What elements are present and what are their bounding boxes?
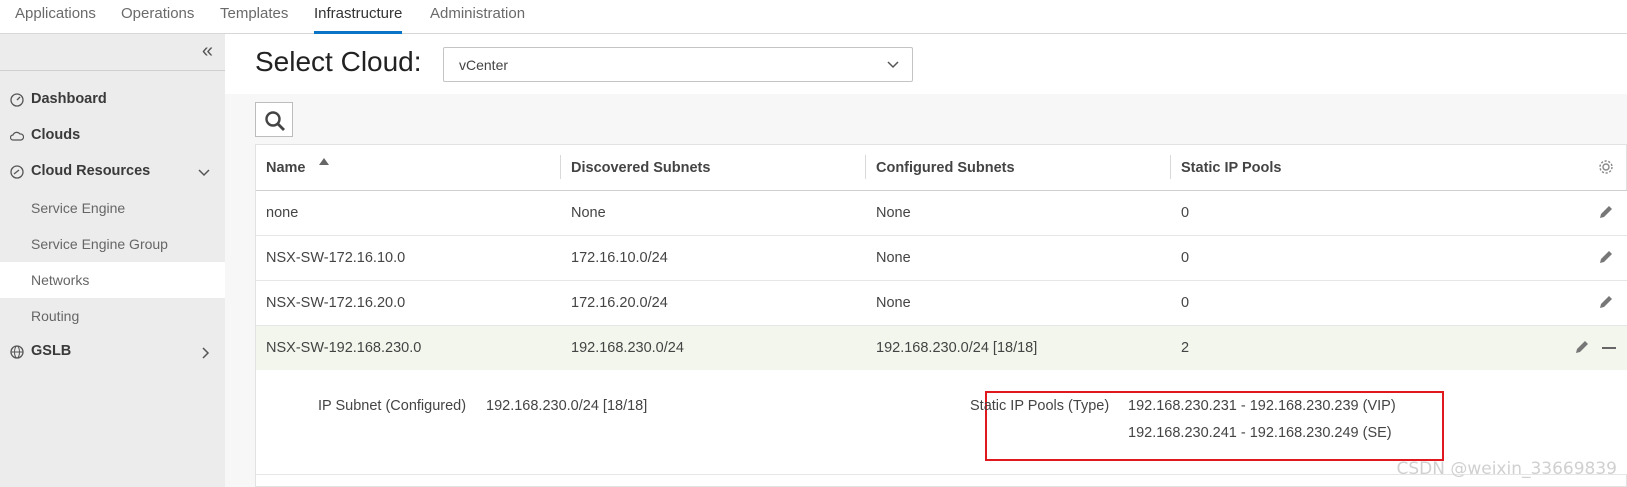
cell-pools: 2	[1181, 340, 1190, 356]
sidebar-item-label: Cloud Resources	[31, 163, 151, 179]
static-ip-pools-label: Static IP Pools (Type)	[970, 398, 1110, 414]
sidebar-item-label: GSLB	[31, 343, 72, 359]
sidebar-item-gslb[interactable]: GSLB	[0, 334, 225, 370]
cloud-select-value: vCenter	[459, 57, 509, 73]
static-ip-pool-se: 192.168.230.241 - 192.168.230.249 (SE)	[1128, 425, 1392, 441]
chevron-down-icon	[198, 169, 210, 177]
collapse-icon[interactable]: «	[202, 40, 213, 63]
cell-name: NSX-SW-172.16.10.0	[266, 250, 406, 266]
chevron-down-icon	[887, 61, 899, 69]
sidebar-item-routing[interactable]: Routing	[0, 298, 225, 334]
edit-icon[interactable]	[1574, 339, 1590, 355]
table-row-expanded[interactable]: NSX-SW-192.168.230.0 192.168.230.0/24 19…	[256, 326, 1627, 371]
globe-icon	[10, 345, 24, 359]
column-header-name[interactable]: Name	[266, 160, 306, 176]
tab-templates[interactable]: Templates	[220, 5, 288, 34]
table-header: Name Discovered Subnets Configured Subne…	[256, 145, 1627, 191]
edit-icon[interactable]	[1598, 294, 1614, 310]
collapse-row-icon[interactable]	[1602, 347, 1616, 349]
static-ip-pool-vip: 192.168.230.231 - 192.168.230.239 (VIP)	[1128, 398, 1396, 414]
sidebar-item-label: Clouds	[31, 127, 81, 143]
cell-configured: 192.168.230.0/24 [18/18]	[876, 340, 1038, 356]
title-bar: Select Cloud: vCenter	[225, 34, 1627, 94]
sidebar-collapse-bar: «	[0, 34, 225, 71]
sidebar-subitem-label: Networks	[31, 272, 90, 288]
column-header-static-ip-pools[interactable]: Static IP Pools	[1181, 160, 1281, 176]
cell-configured: None	[876, 295, 911, 311]
gear-icon[interactable]	[1598, 159, 1614, 175]
ip-subnet-label: IP Subnet (Configured)	[318, 398, 467, 414]
sidebar-item-service-engine-group[interactable]: Service Engine Group	[0, 226, 225, 262]
table-row[interactable]: NSX-SW-172.16.20.0 172.16.20.0/24 None 0	[256, 281, 1627, 326]
table-row[interactable]: none None None 0	[256, 191, 1627, 236]
tab-infrastructure[interactable]: Infrastructure	[314, 5, 403, 34]
column-divider	[1170, 155, 1171, 179]
sidebar-item-networks[interactable]: Networks	[0, 262, 225, 298]
sidebar-subitem-label: Service Engine	[31, 200, 126, 216]
edit-icon[interactable]	[1598, 249, 1614, 265]
chevron-right-icon	[202, 347, 210, 359]
ip-subnet-value: 192.168.230.0/24 [18/18]	[486, 398, 648, 414]
cell-pools: 0	[1181, 250, 1190, 266]
column-header-discovered-subnets[interactable]: Discovered Subnets	[571, 160, 710, 176]
cloud-icon	[10, 131, 24, 141]
page-title: Select Cloud:	[255, 46, 422, 77]
sidebar-subitem-label: Service Engine Group	[31, 236, 168, 252]
top-navigation: Applications Operations Templates Infras…	[0, 0, 1627, 34]
table-row[interactable]: NSX-SW-172.16.10.0 172.16.10.0/24 None 0	[256, 236, 1627, 281]
cell-pools: 0	[1181, 205, 1190, 221]
cell-discovered: 172.16.20.0/24	[571, 295, 668, 311]
main-content: Select Cloud: vCenter Name Discovered Su…	[225, 34, 1627, 487]
search-button[interactable]	[255, 102, 293, 137]
sidebar: « Dashboard Clouds Cloud Resources Servi…	[0, 34, 225, 487]
cell-name: NSX-SW-172.16.20.0	[266, 295, 406, 311]
tab-applications[interactable]: Applications	[15, 5, 96, 34]
sidebar-subitem-label: Routing	[31, 308, 80, 324]
sidebar-item-service-engine[interactable]: Service Engine	[0, 190, 225, 226]
cell-name: NSX-SW-192.168.230.0	[266, 340, 422, 356]
cell-configured: None	[876, 205, 911, 221]
sidebar-item-dashboard[interactable]: Dashboard	[0, 82, 225, 118]
cloud-select[interactable]: vCenter	[443, 47, 913, 82]
gauge-icon	[10, 165, 24, 179]
tab-administration[interactable]: Administration	[430, 5, 525, 34]
tab-operations[interactable]: Operations	[121, 5, 194, 34]
sort-ascending-icon	[319, 158, 329, 165]
sidebar-item-label: Dashboard	[31, 91, 107, 107]
cell-pools: 0	[1181, 295, 1190, 311]
edit-icon[interactable]	[1598, 204, 1614, 220]
cell-configured: None	[876, 250, 911, 266]
column-header-configured-subnets[interactable]: Configured Subnets	[876, 160, 1015, 176]
cell-discovered: 192.168.230.0/24	[571, 340, 684, 356]
column-divider	[560, 155, 561, 179]
watermark: CSDN @weixin_33669839	[1396, 459, 1617, 479]
column-divider	[865, 155, 866, 179]
sidebar-item-cloud-resources[interactable]: Cloud Resources	[0, 154, 225, 190]
cell-discovered: None	[571, 205, 606, 221]
sidebar-item-clouds[interactable]: Clouds	[0, 118, 225, 154]
networks-table: Name Discovered Subnets Configured Subne…	[255, 144, 1627, 487]
dashboard-icon	[10, 93, 24, 107]
cell-name: none	[266, 205, 299, 221]
cell-discovered: 172.16.10.0/24	[571, 250, 668, 266]
search-icon	[265, 111, 285, 131]
